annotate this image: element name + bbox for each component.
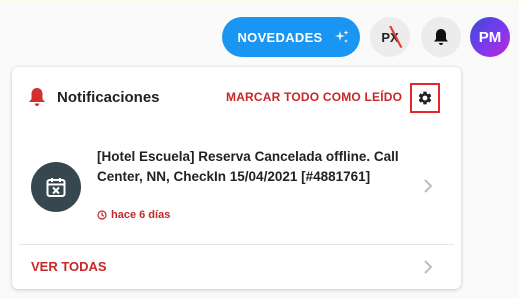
px-button[interactable]: PX ╲ bbox=[370, 17, 410, 57]
chevron-right-icon bbox=[424, 260, 433, 274]
notification-time-label: hace 6 días bbox=[111, 209, 171, 221]
gear-icon bbox=[418, 91, 432, 105]
px-slash-mark: ╲ bbox=[390, 26, 402, 47]
mark-all-read-link[interactable]: MARCAR TODO COMO LEÍDO bbox=[226, 90, 402, 104]
notification-item[interactable]: [Hotel Escuela] Reserva Cancelada offlin… bbox=[12, 137, 461, 237]
calendar-cancel-icon bbox=[31, 162, 81, 212]
avatar[interactable]: PM bbox=[470, 17, 510, 57]
clock-icon bbox=[97, 210, 107, 220]
avatar-initials: PM bbox=[478, 28, 502, 46]
chevron-right-icon bbox=[424, 179, 433, 193]
bell-icon bbox=[29, 88, 45, 106]
panel-header: Notificaciones MARCAR TODO COMO LEÍDO bbox=[12, 79, 461, 117]
top-bar: NOVEDADES PX ╲ PM bbox=[0, 0, 519, 70]
bell-icon bbox=[434, 29, 448, 45]
px-label: PX ╲ bbox=[381, 26, 402, 47]
notification-text: [Hotel Escuela] Reserva Cancelada offlin… bbox=[97, 149, 399, 184]
novedades-label: NOVEDADES bbox=[237, 29, 323, 45]
novedades-button[interactable]: NOVEDADES bbox=[222, 17, 360, 57]
notifications-panel: Notificaciones MARCAR TODO COMO LEÍDO [H… bbox=[12, 67, 461, 289]
calendar-x-icon bbox=[46, 178, 66, 197]
panel-title: Notificaciones bbox=[57, 89, 160, 106]
settings-button[interactable] bbox=[410, 83, 440, 113]
sparkle-icon bbox=[334, 30, 349, 43]
view-all-link[interactable]: VER TODAS bbox=[31, 259, 107, 274]
view-all-row[interactable]: VER TODAS bbox=[12, 245, 461, 289]
notifications-button[interactable] bbox=[421, 17, 461, 57]
notification-time: hace 6 días bbox=[97, 209, 170, 221]
